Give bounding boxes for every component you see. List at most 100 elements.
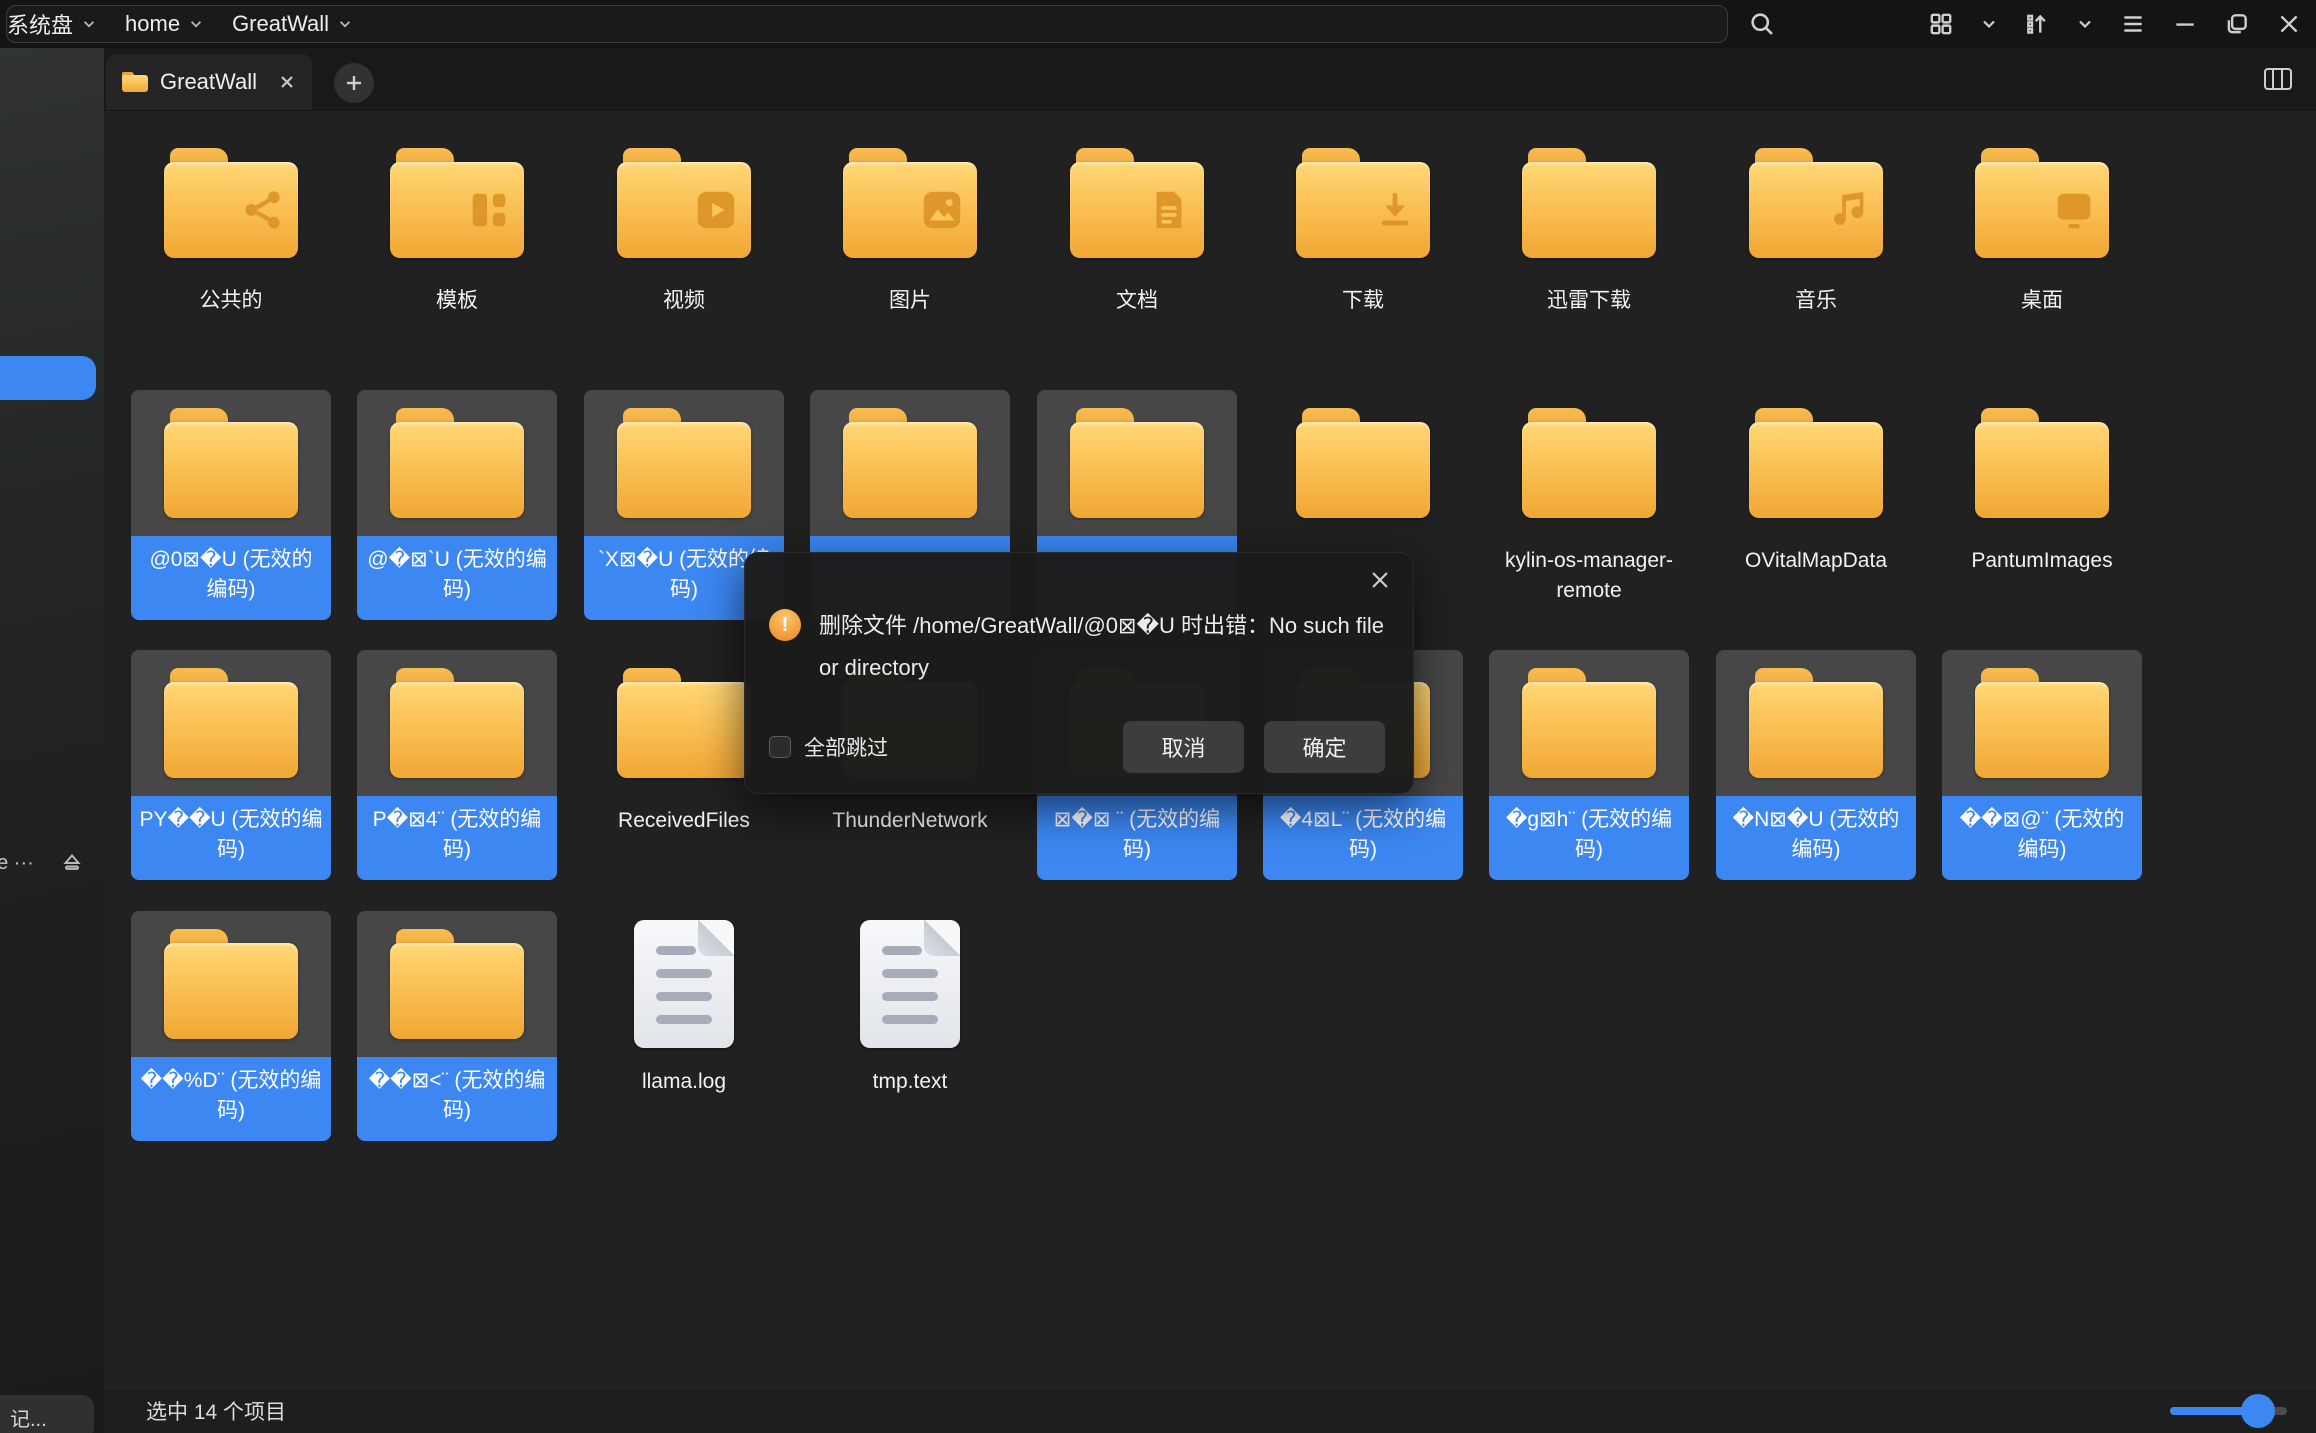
folder-tile[interactable]: ��⊠<¨ (无效的编码): [357, 911, 557, 1141]
file-label: 下载: [1263, 276, 1463, 316]
skip-all-option[interactable]: 全部跳过: [769, 732, 888, 762]
folder-tile[interactable]: 桌面: [1942, 130, 2142, 360]
file-label: @�⊠`U (无效的编码): [357, 536, 557, 620]
address-bar[interactable]: 系统盘 home GreatWall: [6, 5, 1728, 43]
close-icon[interactable]: [2276, 11, 2302, 37]
search-icon[interactable]: [1748, 10, 1776, 38]
folder-icon: [1749, 668, 1883, 778]
sidebar-selected-item[interactable]: [0, 356, 96, 400]
file-manager-window: 系统盘 home GreatWall: [0, 0, 2316, 1433]
slider-handle[interactable]: [2241, 1394, 2275, 1428]
tab-greatwall[interactable]: GreatWall: [106, 54, 312, 110]
folder-icon: [1296, 148, 1430, 258]
file-label: @0⊠�U (无效的编码): [131, 536, 331, 620]
file-label: kylin-os-manager-remote: [1489, 536, 1689, 606]
file-tile[interactable]: tmp.text: [810, 911, 1010, 1141]
file-label: ThunderNetwork: [810, 796, 1010, 836]
file-label: P�⊠4¨ (无效的编码): [357, 796, 557, 880]
folder-icon: [1749, 148, 1883, 258]
plus-icon: [344, 73, 364, 93]
file-label: 图片: [810, 276, 1010, 316]
folder-icon: [390, 929, 524, 1039]
sidebar-device-item[interactable]: be ···: [0, 843, 104, 883]
folder-icon: [617, 408, 751, 518]
dialog-message: 删除文件 /home/GreatWall/@0⊠�U 时出错：No such f…: [819, 605, 1387, 689]
chevron-down-icon: [81, 16, 97, 32]
folder-icon: [1975, 408, 2109, 518]
folder-tile[interactable]: 下载: [1263, 130, 1463, 360]
folder-tile[interactable]: ��%D¨ (无效的编码): [131, 911, 331, 1141]
folder-tile[interactable]: @�⊠`U (无效的编码): [357, 390, 557, 620]
minimize-icon[interactable]: [2172, 11, 2198, 37]
music-emblem-icon: [1825, 187, 1871, 233]
split-view-icon[interactable]: [2262, 65, 2294, 98]
folder-icon: [1070, 148, 1204, 258]
breadcrumb-home[interactable]: home: [111, 6, 218, 42]
file-label: ⊠�⊠ ¨ (无效的编码): [1037, 796, 1237, 880]
folder-tile[interactable]: 公共的: [131, 130, 331, 360]
device-label: be ···: [0, 852, 34, 875]
toolbar: 系统盘 home GreatWall: [0, 0, 2316, 48]
folder-tile[interactable]: �g⊠h¨ (无效的编码): [1489, 650, 1689, 880]
file-icon: [860, 920, 960, 1048]
cancel-button[interactable]: 取消: [1123, 721, 1244, 773]
folder-icon: [390, 408, 524, 518]
folder-tile[interactable]: P�⊠4¨ (无效的编码): [357, 650, 557, 880]
folder-tile[interactable]: 图片: [810, 130, 1010, 360]
file-label: llama.log: [584, 1057, 784, 1097]
tab-close-icon[interactable]: [278, 73, 296, 91]
folder-icon: [164, 148, 298, 258]
breadcrumb-greatwall[interactable]: GreatWall: [218, 6, 367, 42]
file-label: PY��U (无效的编码): [131, 796, 331, 880]
file-label: 模板: [357, 276, 557, 316]
folder-icon: [122, 72, 148, 92]
file-tile[interactable]: llama.log: [584, 911, 784, 1141]
folder-icon: [390, 148, 524, 258]
breadcrumb-system-disk[interactable]: 系统盘: [6, 6, 111, 42]
folder-icon: [1522, 408, 1656, 518]
dialog-close-icon[interactable]: [1369, 569, 1391, 596]
folder-tile[interactable]: 迅雷下载: [1489, 130, 1689, 360]
ok-button[interactable]: 确定: [1264, 721, 1385, 773]
desktop-emblem-icon: [2051, 187, 2097, 233]
view-mode-icon[interactable]: [1928, 11, 1954, 37]
folder-tile[interactable]: 视频: [584, 130, 784, 360]
sidebar-bottom-label: 记...: [10, 1403, 47, 1432]
image-emblem-icon: [919, 187, 965, 233]
file-label: 迅雷下载: [1489, 276, 1689, 316]
file-label: ��⊠@¨ (无效的编码): [1942, 796, 2142, 880]
eject-icon[interactable]: [60, 851, 84, 875]
folder-icon: [1296, 408, 1430, 518]
folder-tile[interactable]: �N⊠�U (无效的编码): [1716, 650, 1916, 880]
file-label: 视频: [584, 276, 784, 316]
folder-tile[interactable]: 文档: [1037, 130, 1237, 360]
view-mode-dropdown-icon[interactable]: [1980, 15, 1998, 33]
window-controls: [1928, 0, 2302, 48]
file-label: �N⊠�U (无效的编码): [1716, 796, 1916, 880]
folder-tile[interactable]: kylin-os-manager-remote: [1489, 390, 1689, 620]
folder-icon: [1749, 408, 1883, 518]
menu-icon[interactable]: [2120, 11, 2146, 37]
breadcrumb-label: 系统盘: [7, 8, 73, 40]
new-tab-button[interactable]: [334, 63, 374, 103]
folder-tile[interactable]: PY��U (无效的编码): [131, 650, 331, 880]
sidebar-bottom-item[interactable]: 记...: [0, 1395, 94, 1433]
folder-tile[interactable]: 音乐: [1716, 130, 1916, 360]
sort-dropdown-icon[interactable]: [2076, 15, 2094, 33]
checkbox-icon[interactable]: [769, 736, 791, 758]
folder-tile[interactable]: OVitalMapData: [1716, 390, 1916, 620]
folder-tile[interactable]: 模板: [357, 130, 557, 360]
file-label: tmp.text: [810, 1057, 1010, 1097]
maximize-icon[interactable]: [2224, 11, 2250, 37]
sort-icon[interactable]: [2024, 11, 2050, 37]
folder-icon: [843, 148, 977, 258]
file-label: 公共的: [131, 276, 331, 316]
folder-tile[interactable]: @0⊠�U (无效的编码): [131, 390, 331, 620]
folder-icon: [164, 408, 298, 518]
zoom-slider[interactable]: [2170, 1394, 2287, 1428]
folder-tile[interactable]: ��⊠@¨ (无效的编码): [1942, 650, 2142, 880]
folder-tile[interactable]: PantumImages: [1942, 390, 2142, 620]
download-emblem-icon: [1372, 187, 1418, 233]
tab-bar: GreatWall: [104, 48, 2316, 111]
breadcrumb-label: GreatWall: [232, 11, 329, 37]
